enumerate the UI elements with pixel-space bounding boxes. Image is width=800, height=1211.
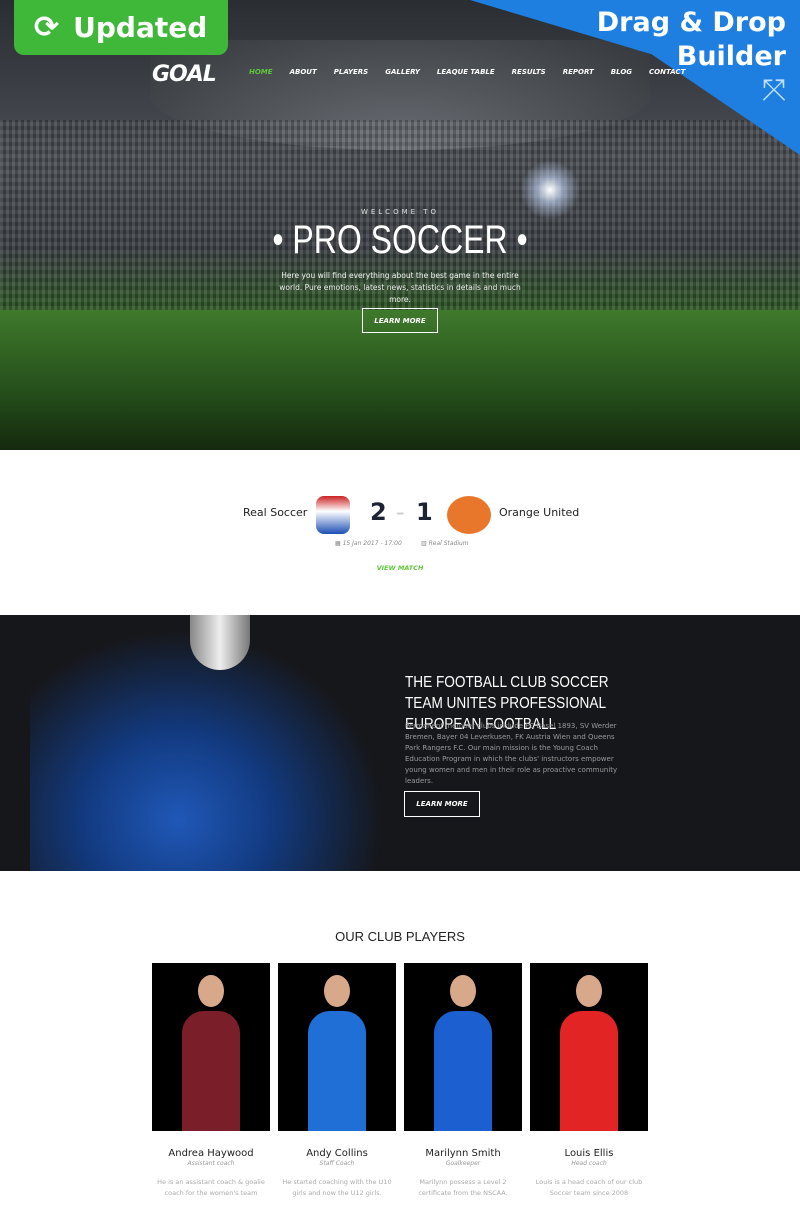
nav-home[interactable]: Home xyxy=(249,68,273,76)
player-photo xyxy=(152,963,270,1131)
hero-learn-more-button[interactable]: LEARN MORE xyxy=(362,308,438,333)
nav-gallery[interactable]: Gallery xyxy=(385,68,420,76)
refresh-icon: ⟳ xyxy=(34,10,60,45)
hero-title: • PRO SOCCER • xyxy=(272,218,528,262)
builder-text: Drag & Drop Builder ⤧ xyxy=(597,6,786,108)
player-role: Staff Coach xyxy=(319,1160,355,1167)
map-icon: ▥ xyxy=(421,540,429,547)
player-name: Marilynn Smith xyxy=(425,1148,501,1159)
player-role: Goalkeeper xyxy=(445,1160,481,1167)
match-section: Real Soccer 2 - 1 Orange United ▦ 15 Jan… xyxy=(0,450,800,615)
away-score: 1 xyxy=(416,498,433,526)
player-role: Assistant coach xyxy=(187,1160,235,1167)
hero-kicker: WELCOME TO xyxy=(360,208,440,216)
nav-about[interactable]: About xyxy=(290,68,317,76)
home-score: 2 xyxy=(370,498,387,526)
calendar-icon: ▦ xyxy=(335,540,343,547)
player-name: Andy Collins xyxy=(306,1148,368,1159)
nav-blog[interactable]: Blog xyxy=(611,68,632,76)
player-desc: He started coaching with the U10 girls a… xyxy=(282,1178,392,1197)
player-photo xyxy=(278,963,396,1131)
player-photo xyxy=(404,963,522,1131)
nav-players[interactable]: Players xyxy=(334,68,369,76)
player-desc: He is an assistant coach & goalie coach … xyxy=(157,1178,265,1197)
player-card[interactable]: Louis Ellis Head coach Louis is a head c… xyxy=(530,963,648,1199)
players-title: OUR CLUB PLAYERS xyxy=(335,929,465,944)
match-date: ▦ 15 Jan 2017 - 17:00 xyxy=(335,540,402,547)
player-card[interactable]: Andrea Haywood Assistant coach He is an … xyxy=(152,963,270,1199)
nav-results[interactable]: Results xyxy=(512,68,546,76)
match-venue: ▥ Real Stadium xyxy=(421,540,469,547)
away-team: Orange United xyxy=(499,506,580,519)
player-name: Andrea Haywood xyxy=(168,1148,254,1159)
player-name: Louis Ellis xyxy=(564,1148,614,1159)
nav-league-table[interactable]: Leaque Table xyxy=(437,68,495,76)
player-desc: Marilynn possess a Level 2 certificate f… xyxy=(418,1178,508,1197)
club-text: Permanent member clubs include FC Basel … xyxy=(405,722,618,785)
score-separator: - xyxy=(396,498,405,526)
away-crest-icon xyxy=(447,496,491,534)
players-section: OUR CLUB PLAYERS Andrea Haywood Assistan… xyxy=(0,871,800,1211)
player-card[interactable]: Marilynn Smith Goalkeeper Marilynn posse… xyxy=(404,963,522,1199)
club-learn-more-button[interactable]: LEARN MORE xyxy=(404,791,480,817)
builder-line-1: Drag & Drop xyxy=(596,7,786,38)
player-role: Head coach xyxy=(571,1160,607,1167)
player-photo xyxy=(530,963,648,1131)
home-crest-icon xyxy=(316,496,350,534)
player-desc: Louis is a head coach of our club Soccer… xyxy=(535,1178,643,1197)
main-nav: Home About Players Gallery Leaque Table … xyxy=(249,68,702,76)
hero-text: Here you will find everything about the … xyxy=(279,271,521,304)
logo[interactable]: GOAL xyxy=(152,62,217,87)
updated-badge: ⟳ Updated xyxy=(14,0,228,55)
nav-report[interactable]: Report xyxy=(563,68,594,76)
player-card[interactable]: Andy Collins Staff Coach He started coac… xyxy=(278,963,396,1199)
home-team: Real Soccer xyxy=(243,506,308,519)
venue-text: Real Stadium xyxy=(428,540,469,547)
view-match-link[interactable]: VIEW MATCH xyxy=(0,564,800,572)
move-arrows-icon: ⤧ xyxy=(762,73,786,108)
date-text: 15 Jan 2017 - 17:00 xyxy=(342,540,402,547)
nav-contact[interactable]: Contact xyxy=(649,68,685,76)
club-section: THE FOOTBALL CLUB SOCCER TEAM UNITES PRO… xyxy=(0,615,800,871)
updated-label: Updated xyxy=(73,11,208,44)
